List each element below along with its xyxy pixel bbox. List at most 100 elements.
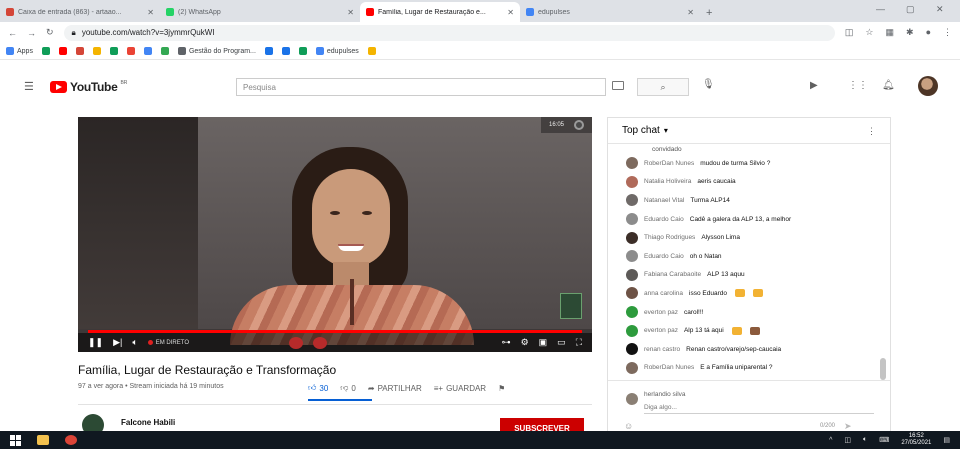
youtube-logo[interactable]: YouTube BR bbox=[50, 80, 127, 94]
translate-icon[interactable]: ◫ bbox=[845, 27, 854, 38]
chat-message[interactable]: everton paz carol!!! bbox=[608, 303, 890, 322]
close-icon[interactable]: ✕ bbox=[687, 8, 694, 17]
chat-message[interactable]: everton paz Alp 13 tá aqui bbox=[608, 321, 890, 340]
address-bar[interactable]: 🔒︎ youtube.com/watch?v=3jymmrQukWI bbox=[63, 24, 835, 41]
windows-start-icon[interactable] bbox=[10, 434, 21, 446]
chat-author-avatar bbox=[626, 213, 638, 226]
window-close-icon[interactable]: ✕ bbox=[936, 4, 944, 15]
next-icon[interactable]: ▶| bbox=[113, 337, 122, 348]
keyboard-layout-icon[interactable]: ⌨︎ bbox=[879, 436, 889, 444]
notifications-icon[interactable]: ▤ bbox=[943, 436, 950, 444]
bookmark-icon bbox=[126, 47, 135, 55]
search-button[interactable]: ⌕ bbox=[637, 78, 689, 96]
chat-message-list[interactable]: convidado RoberDan Nunes mudou de turma S… bbox=[608, 144, 890, 380]
close-icon[interactable]: ✕ bbox=[347, 8, 354, 17]
bookmark-item[interactable] bbox=[126, 47, 135, 55]
chat-header[interactable]: Top chat ▾ bbox=[608, 118, 890, 144]
microphone-icon[interactable]: 🎙︎ bbox=[702, 79, 715, 90]
account-avatar[interactable] bbox=[918, 76, 938, 96]
chat-message[interactable]: Eduardo Caio Cadê a galera da ALP 13, a m… bbox=[608, 210, 890, 229]
bookmark-item[interactable] bbox=[58, 47, 67, 55]
browser-tab-gmail[interactable]: Caixa de entrada (863) - artaao... ✕ bbox=[0, 2, 160, 22]
emoji-icon[interactable]: ☺ bbox=[624, 421, 633, 431]
bookmark-item[interactable] bbox=[75, 47, 84, 55]
bookmark-item[interactable] bbox=[109, 47, 118, 55]
chat-message-input[interactable] bbox=[644, 402, 874, 414]
chat-message-text: carol!!! bbox=[683, 308, 704, 316]
notifications-bell-icon[interactable]: 🔔︎ bbox=[882, 80, 895, 91]
bookmark-icon bbox=[298, 47, 307, 55]
chat-message[interactable]: RoberDan Nunes E a Família uniparental ? bbox=[608, 359, 890, 378]
reload-icon[interactable]: ↻ bbox=[46, 27, 54, 38]
video-player[interactable]: 16:05 ❚❚ ▶| 🔈︎ EM DIRETO ⊶ ⚙︎ ▣ ▭ ⛶ bbox=[78, 117, 592, 352]
miniplayer-icon[interactable]: ▣ bbox=[539, 337, 548, 348]
browser-tab-whatsapp[interactable]: (2) WhatsApp ✕ bbox=[160, 2, 360, 22]
kebab-menu-icon[interactable]: ⋮ bbox=[943, 27, 952, 38]
bookmark-item[interactable]: edupulses bbox=[315, 47, 359, 55]
chat-author-avatar bbox=[626, 324, 638, 337]
autoplay-toggle-icon[interactable]: ⊶ bbox=[502, 337, 511, 348]
close-icon[interactable]: ✕ bbox=[507, 8, 514, 17]
fullscreen-icon[interactable]: ⛶ bbox=[576, 337, 582, 348]
theater-mode-icon[interactable]: ▭ bbox=[557, 337, 566, 348]
video-overlay-toolbar: 16:05 bbox=[540, 117, 592, 133]
chat-message[interactable]: RoberDan Nunes mudou de turma Silvio ? bbox=[608, 154, 890, 173]
network-icon[interactable]: ◫ bbox=[844, 436, 851, 444]
close-icon[interactable]: ✕ bbox=[147, 8, 154, 17]
hamburger-menu-icon[interactable]: ☰ bbox=[24, 80, 34, 93]
bookmark-item[interactable]: Apps bbox=[6, 47, 33, 55]
channel-name[interactable]: Falcone Habili bbox=[121, 418, 175, 427]
minimize-icon[interactable]: — bbox=[876, 4, 885, 14]
dislike-button[interactable]: 👎︎ 0 bbox=[340, 383, 356, 393]
extension-icon[interactable]: ▦ bbox=[886, 27, 895, 38]
chrome-icon[interactable] bbox=[65, 435, 77, 445]
bookmark-item[interactable] bbox=[143, 47, 152, 55]
share-button[interactable]: ➦ PARTILHAR bbox=[368, 384, 422, 393]
bookmark-item[interactable] bbox=[160, 47, 169, 55]
create-video-icon[interactable]: ▶︎ bbox=[810, 80, 818, 91]
chat-message[interactable]: Natanael Vital Turma ALP14 bbox=[608, 191, 890, 210]
maximize-icon[interactable]: ▢ bbox=[906, 4, 915, 15]
clock[interactable]: 16:52 27/05/2021 bbox=[901, 433, 931, 447]
forward-icon[interactable]: → bbox=[27, 28, 36, 38]
star-icon[interactable]: ☆ bbox=[865, 27, 873, 38]
bookmark-item[interactable] bbox=[92, 47, 101, 55]
chat-author-name: RoberDan Nunes bbox=[644, 159, 695, 167]
bookmark-item[interactable] bbox=[264, 47, 273, 55]
report-button[interactable]: ⚑ bbox=[498, 384, 505, 393]
chat-message[interactable]: renan castro Renan castro/varejo/sep-cauc… bbox=[608, 340, 890, 359]
chat-message[interactable]: Eduardo Caio oh o Natan bbox=[608, 247, 890, 266]
profile-icon[interactable]: ● bbox=[926, 27, 931, 38]
settings-gear-icon[interactable]: ⚙︎ bbox=[521, 337, 529, 348]
back-icon[interactable]: ← bbox=[8, 28, 17, 38]
browser-tab-edupulses[interactable]: edupulses ✕ bbox=[520, 2, 700, 22]
chat-author-avatar bbox=[626, 175, 638, 188]
apps-grid-icon[interactable]: ⋮⋮ bbox=[848, 80, 868, 91]
chat-message[interactable]: Thiago Rodrigues Alysson Lima bbox=[608, 228, 890, 247]
bookmark-item[interactable] bbox=[298, 47, 307, 55]
bookmark-item[interactable]: Gestão do Program... bbox=[177, 47, 256, 55]
volume-icon[interactable]: 🔈︎ bbox=[132, 337, 137, 348]
live-indicator[interactable]: EM DIRETO bbox=[147, 340, 189, 346]
chat-message-text: Turma ALP14 bbox=[690, 196, 730, 204]
bookmark-item[interactable] bbox=[281, 47, 290, 55]
save-button[interactable]: ≡+ GUARDAR bbox=[434, 384, 486, 393]
bookmark-item[interactable] bbox=[41, 47, 50, 55]
new-tab-button[interactable]: + bbox=[706, 7, 712, 19]
chat-scrollbar[interactable] bbox=[880, 358, 886, 380]
search-input[interactable]: Pesquisa bbox=[236, 78, 606, 96]
bookmark-item[interactable] bbox=[367, 47, 376, 55]
keyboard-icon[interactable] bbox=[612, 81, 624, 90]
browser-tab-youtube[interactable]: Família, Lugar de Restauração e... ✕ bbox=[360, 2, 520, 22]
speaker-icon[interactable]: 🔈︎ bbox=[863, 436, 867, 444]
pause-icon[interactable]: ❚❚ bbox=[88, 337, 103, 348]
file-explorer-icon[interactable] bbox=[37, 435, 49, 445]
puzzle-icon[interactable]: ✱ bbox=[906, 27, 914, 38]
chat-message[interactable]: anna carolina isso Eduardo bbox=[608, 284, 890, 303]
chat-message[interactable]: Fabiana Carabaoite ALP 13 aquu bbox=[608, 266, 890, 285]
chat-message[interactable]: Natalia Holiveira aeris caucaia bbox=[608, 173, 890, 192]
tray-arrow-icon[interactable]: ^ bbox=[829, 437, 832, 444]
chat-more-icon[interactable]: ⋮ bbox=[867, 126, 876, 137]
like-button[interactable]: 👍︎ 30 bbox=[308, 383, 328, 393]
chat-message-text: ALP 13 aquu bbox=[707, 271, 745, 279]
